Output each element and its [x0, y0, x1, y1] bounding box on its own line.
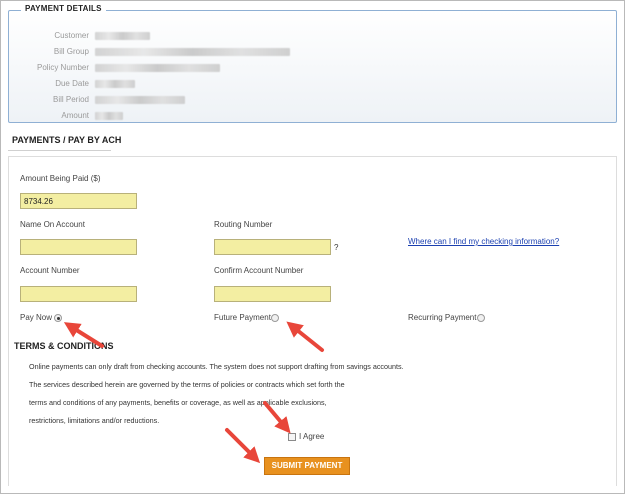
confirm-account-number-input[interactable] — [214, 286, 331, 302]
future-payment-radio[interactable] — [271, 314, 279, 322]
redacted-value — [95, 96, 185, 104]
agree-label: I Agree — [299, 432, 325, 441]
payment-detail-row: Due Date — [9, 77, 609, 91]
pay-now-radio[interactable] — [54, 314, 62, 322]
submit-payment-button[interactable]: SUBMIT PAYMENT — [264, 457, 350, 475]
payment-detail-row: Bill Group — [9, 45, 609, 59]
payment-detail-label: Bill Group — [53, 47, 89, 56]
name-on-account-input[interactable] — [20, 239, 137, 255]
payment-detail-row: Customer — [9, 29, 609, 43]
terms-line: restrictions, limitations and/or reducti… — [29, 416, 160, 425]
payment-detail-label: Bill Period — [52, 95, 89, 104]
name-on-account-label: Name On Account — [20, 220, 85, 229]
redacted-value — [95, 64, 220, 72]
ach-section-title: PAYMENTS / PAY BY ACH — [12, 135, 122, 145]
amount-input[interactable] — [20, 193, 137, 209]
confirm-account-number-label: Confirm Account Number — [214, 266, 304, 275]
pay-now-label: Pay Now — [20, 313, 53, 322]
redacted-value — [95, 112, 123, 120]
payment-detail-label: Due Date — [55, 79, 89, 88]
payment-details-fieldset: Customer Bill Group Policy Number Due Date B… — [8, 10, 617, 123]
payment-detail-label: Amount — [61, 111, 89, 120]
amount-label: Amount Being Paid ($) — [20, 174, 101, 183]
terms-line: The services described herein are govern… — [29, 380, 345, 389]
future-payment-label: Future Payment — [214, 313, 271, 322]
routing-help-mark: ? — [334, 243, 339, 252]
routing-number-label: Routing Number — [214, 220, 273, 229]
agree-checkbox[interactable] — [288, 433, 296, 441]
section-divider — [8, 150, 111, 151]
payment-detail-row: Policy Number — [9, 61, 609, 75]
payment-detail-label: Policy Number — [36, 63, 89, 72]
recurring-payment-radio[interactable] — [477, 314, 485, 322]
terms-title: TERMS & CONDITIONS — [14, 341, 114, 351]
routing-number-input[interactable] — [214, 239, 331, 255]
terms-line: terms and conditions of any payments, be… — [29, 398, 327, 407]
payment-detail-row: Bill Period — [9, 93, 609, 107]
account-number-input[interactable] — [20, 286, 137, 302]
recurring-payment-label: Recurring Payment — [408, 313, 477, 322]
payment-details-legend: PAYMENT DETAILS — [21, 4, 106, 13]
checking-info-help-link[interactable]: Where can I find my checking information… — [408, 237, 559, 246]
account-number-label: Account Number — [20, 266, 80, 275]
payment-detail-label: Customer — [54, 31, 89, 40]
redacted-value — [95, 32, 150, 40]
redacted-value — [95, 80, 135, 88]
payment-detail-row: Amount — [9, 109, 609, 123]
terms-line: Online payments can only draft from chec… — [29, 362, 404, 371]
redacted-value — [95, 48, 290, 56]
